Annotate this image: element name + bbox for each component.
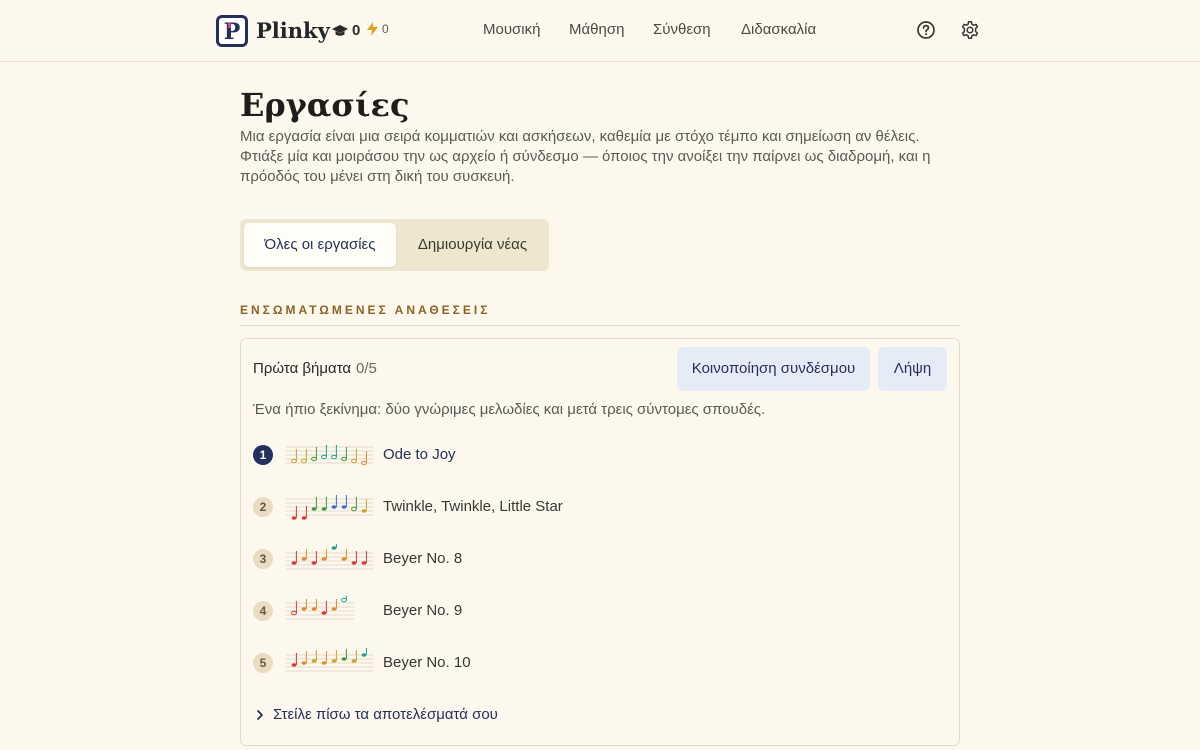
nav-teaching[interactable]: Διδασκαλία bbox=[741, 21, 816, 38]
gear-icon[interactable] bbox=[960, 20, 980, 40]
melody-thumbnail-icon bbox=[286, 445, 374, 466]
brand-name[interactable]: Plinky bbox=[256, 18, 330, 43]
list-item[interactable]: 4 Beyer No. 9 bbox=[253, 595, 943, 625]
energy-count: 0 bbox=[382, 22, 389, 36]
item-number-badge: 1 bbox=[253, 445, 273, 465]
nav-learning[interactable]: Μάθηση bbox=[569, 21, 624, 38]
chevron-right-icon bbox=[257, 709, 263, 720]
section-heading: ΕΝΣΩΜΑΤΩΜΕΝΕΣ ΑΝΑΘΕΣΕΙΣ bbox=[240, 303, 491, 317]
nav-composition[interactable]: Σύνθεση bbox=[653, 21, 711, 38]
item-number-badge: 5 bbox=[253, 653, 273, 673]
item-title: Beyer No. 10 bbox=[383, 654, 471, 671]
item-title: Beyer No. 8 bbox=[383, 550, 463, 567]
section-divider bbox=[240, 325, 960, 326]
item-title: Beyer No. 9 bbox=[383, 602, 463, 619]
melody-thumbnail-icon bbox=[286, 648, 374, 672]
scholar-stat: 0 bbox=[332, 22, 360, 39]
melody-thumbnail-icon bbox=[286, 495, 374, 520]
melody-thumbnail-icon bbox=[286, 596, 354, 620]
assignment-progress: 0/5 bbox=[356, 360, 377, 377]
energy-stat: 0 bbox=[367, 22, 389, 36]
share-link-button[interactable]: Κοινοποίηση συνδέσμου bbox=[677, 347, 870, 391]
assignment-title: Πρώτα βήματα bbox=[253, 360, 352, 377]
svg-text:P: P bbox=[224, 19, 241, 45]
scholar-count: 0 bbox=[352, 22, 361, 39]
help-icon[interactable] bbox=[916, 20, 936, 40]
graduation-cap-icon bbox=[332, 24, 348, 36]
logo-mark-icon: P bbox=[219, 18, 245, 45]
list-item[interactable]: 2 Twinkle, Twinkle, Little Star bbox=[253, 491, 943, 521]
nav-music[interactable]: Μουσική bbox=[483, 21, 540, 38]
item-title: Ode to Joy bbox=[383, 446, 456, 463]
item-number-badge: 4 bbox=[253, 601, 273, 621]
app-logo[interactable]: P bbox=[216, 15, 248, 47]
assignment-description: Ένα ήπιο ξεκίνημα: δύο γνώριμες μελωδίες… bbox=[253, 401, 766, 418]
page-title: Εργασίες bbox=[240, 86, 410, 124]
lightning-icon bbox=[367, 22, 378, 36]
assignment-tabs: Όλες οι εργασίες Δημιουργία νέας bbox=[240, 219, 549, 271]
tab-all-assignments[interactable]: Όλες οι εργασίες bbox=[244, 223, 396, 267]
send-results-label: Στείλε πίσω τα αποτελέσματά σου bbox=[273, 706, 498, 723]
send-results-toggle[interactable]: Στείλε πίσω τα αποτελέσματά σου bbox=[255, 706, 498, 723]
download-button[interactable]: Λήψη bbox=[878, 347, 947, 391]
list-item[interactable]: 5 Beyer No. 10 bbox=[253, 647, 943, 677]
list-item[interactable]: 1 Ode to Joy bbox=[253, 439, 943, 469]
item-title: Twinkle, Twinkle, Little Star bbox=[383, 498, 563, 515]
item-number-badge: 2 bbox=[253, 497, 273, 517]
top-bar: P Plinky 0 0 Μουσική Μάθηση Σύνθεση Διδα… bbox=[0, 0, 1200, 62]
melody-thumbnail-icon bbox=[286, 544, 374, 570]
item-number-badge: 3 bbox=[253, 549, 273, 569]
tab-create-new[interactable]: Δημιουργία νέας bbox=[400, 223, 545, 267]
list-item[interactable]: 3 Beyer No. 8 bbox=[253, 543, 943, 573]
page-intro: Μια εργασία είναι μια σειρά κομματιών κα… bbox=[240, 128, 931, 185]
assignment-card bbox=[240, 338, 960, 746]
